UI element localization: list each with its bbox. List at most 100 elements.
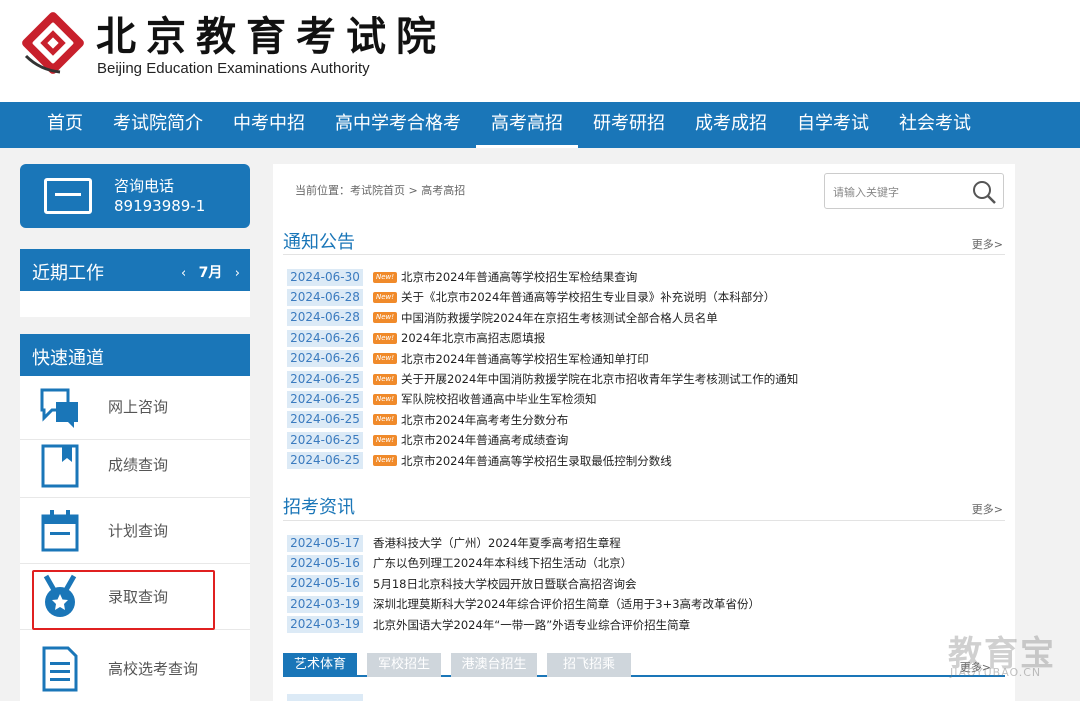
news-date: 2024-03-19 <box>287 595 363 613</box>
quick-item-elective-query[interactable]: 高校选考查询 <box>20 638 250 701</box>
search-box <box>824 173 1004 209</box>
site-header: 北京教育考试院 Beijing Education Examinations A… <box>0 0 1080 102</box>
nav-item-xuekao[interactable]: 高中学考合格考 <box>320 102 476 148</box>
list-item[interactable]: 2024-03-19 北京外国语大学2024年“一带一路”外语专业综合评价招生简章 <box>287 616 690 634</box>
news-date: 2024-06-26 <box>287 329 363 347</box>
list-item[interactable]: 2024-05-17 香港科技大学（广州）2024年夏季高考招生章程 <box>287 534 621 552</box>
tab-pilot-crew[interactable]: 招飞招乘 <box>547 653 631 677</box>
news-date: 2024-06-25 <box>287 411 363 429</box>
news-date: 2024-06-30 <box>287 268 363 286</box>
current-month: 7月 <box>198 265 223 281</box>
quick-item-plan-query[interactable]: 计划查询 <box>20 500 250 564</box>
nav-item-shehui[interactable]: 社会考试 <box>884 102 986 148</box>
main-content: 当前位置：考试院首页 > 高考高招 通知公告 更多> 2024-06-30 New… <box>273 164 1015 701</box>
news-date: 2024-06-25 <box>287 390 363 408</box>
news-date: 2024-05-16 <box>287 554 363 572</box>
bookmark-icon <box>41 444 79 488</box>
chat-icon <box>40 388 78 428</box>
phone-number: 89193989-1 <box>114 197 206 215</box>
site-name-cn[interactable]: 北京教育考试院 <box>96 4 446 62</box>
highlight-annotation <box>32 570 215 630</box>
news-title-link[interactable]: 军队院校招收普通高中毕业生军检须知 <box>401 391 597 407</box>
search-icon[interactable] <box>971 179 997 205</box>
news-title-link[interactable]: 北京市2024年普通高考成绩查询 <box>401 432 568 448</box>
news-title-link[interactable]: 广东以色列理工2024年本科线下招生活动（北京） <box>373 555 632 571</box>
news-date: 2024-05-17 <box>287 534 363 552</box>
new-badge: New! <box>373 434 397 446</box>
news-date: 2024-05-16 <box>287 575 363 593</box>
news-date: 2024-06-25 <box>287 431 363 449</box>
list-item[interactable]: 2024-06-28 New! 中国消防救援学院2024年在京招生考核测试全部合格人… <box>287 309 718 327</box>
news-title-link[interactable]: 5月18日北京科技大学校园开放日暨联合高招咨询会 <box>373 576 636 592</box>
quick-channel-title: 快速通道 <box>32 348 104 369</box>
next-month-button[interactable]: › <box>235 266 240 281</box>
news-title-link[interactable]: 北京市2024年普通高等学校招生军检通知单打印 <box>401 351 649 367</box>
new-badge: New! <box>373 271 397 283</box>
list-item[interactable]: 2024-06-26 New! 2024年北京市高招志愿填报 <box>287 329 545 347</box>
quick-item-label: 网上咨询 <box>108 398 169 416</box>
tab-art-sports[interactable]: 艺术体育 <box>283 653 357 677</box>
nav-item-zhongkao[interactable]: 中考中招 <box>218 102 320 148</box>
recent-work-body <box>20 291 250 317</box>
nav-item-home[interactable]: 首页 <box>32 102 98 148</box>
list-item[interactable]: 2024-06-25 New! 北京市2024年普通高考成绩查询 <box>287 431 568 449</box>
nav-item-chengkao[interactable]: 成考成招 <box>680 102 782 148</box>
divider <box>283 520 1005 521</box>
phone-label: 咨询电话 <box>114 177 175 195</box>
list-item[interactable]: 2024-06-26 New! 北京市2024年普通高等学校招生军检通知单打印 <box>287 350 649 368</box>
nav-item-zixue[interactable]: 自学考试 <box>782 102 884 148</box>
tab-military[interactable]: 军校招生 <box>367 653 441 677</box>
quick-channel-list: 网上咨询 成绩查询 计划查询 录取查询 高校选考查询 <box>20 376 250 701</box>
quick-item-score-query[interactable]: 成绩查询 <box>20 434 250 498</box>
nav-item-about[interactable]: 考试院简介 <box>98 102 218 148</box>
news-date: 2024-03-19 <box>287 616 363 634</box>
new-badge: New! <box>373 353 397 365</box>
info-title[interactable]: 招考资讯 <box>283 493 355 519</box>
quick-item-label: 计划查询 <box>108 522 169 540</box>
recent-work-header: 近期工作 ‹ 7月 › <box>20 249 250 291</box>
quick-item-label: 成绩查询 <box>108 456 169 474</box>
search-input[interactable] <box>833 183 963 201</box>
news-title-link[interactable]: 北京市2024年普通高等学校招生录取最低控制分数线 <box>401 453 672 469</box>
news-title-link[interactable]: 香港科技大学（广州）2024年夏季高考招生章程 <box>373 535 621 551</box>
list-item[interactable]: 2024-06-25 New! 北京市2024年普通高等学校招生录取最低控制分数线 <box>287 452 672 470</box>
news-date <box>287 694 363 701</box>
list-item[interactable]: 2024-03-19 深圳北理莫斯科大学2024年综合评价招生简章（适用于3+3高… <box>287 595 760 613</box>
list-item[interactable]: 2024-05-16 5月18日北京科技大学校园开放日暨联合高招咨询会 <box>287 575 636 593</box>
new-badge: New! <box>373 332 397 344</box>
news-title-link[interactable]: 北京市2024年高考考生分数分布 <box>401 412 568 428</box>
quick-item-online-consult[interactable]: 网上咨询 <box>20 376 250 440</box>
news-title-link[interactable]: 北京外国语大学2024年“一带一路”外语专业综合评价招生简章 <box>373 617 690 633</box>
news-date: 2024-06-26 <box>287 350 363 368</box>
nav-item-yankao[interactable]: 研考研招 <box>578 102 680 148</box>
quick-item-label: 高校选考查询 <box>108 660 199 678</box>
new-badge: New! <box>373 291 397 303</box>
news-title-link[interactable]: 深圳北理莫斯科大学2024年综合评价招生简章（适用于3+3高考改革省份） <box>373 596 760 612</box>
main-nav: 首页 考试院简介 中考中招 高中学考合格考 高考高招 研考研招 成考成招 自学考… <box>0 102 1080 148</box>
news-date: 2024-06-28 <box>287 288 363 306</box>
quick-channel-header: 快速通道 <box>20 334 250 376</box>
info-more-link[interactable]: 更多> <box>972 501 1003 517</box>
news-title-link[interactable]: 北京市2024年普通高等学校招生军检结果查询 <box>401 269 637 285</box>
news-title-link[interactable]: 关于《北京市2024年普通高等学校招生专业目录》补充说明（本科部分） <box>401 289 775 305</box>
news-title-link[interactable]: 2024年北京市高招志愿填报 <box>401 330 545 346</box>
notices-title[interactable]: 通知公告 <box>283 228 355 254</box>
logo-icon[interactable] <box>20 10 86 76</box>
list-item[interactable] <box>287 694 687 701</box>
list-item[interactable]: 2024-06-30 New! 北京市2024年普通高等学校招生军检结果查询 <box>287 268 637 286</box>
prev-month-button[interactable]: ‹ <box>181 266 186 281</box>
nav-item-gaokao[interactable]: 高考高招 <box>476 102 578 148</box>
new-badge: New! <box>373 312 397 324</box>
document-icon <box>42 646 78 692</box>
news-title-link[interactable]: 关于开展2024年中国消防救援学院在北京市招收青年学生考核测试工作的通知 <box>401 371 798 387</box>
list-item[interactable]: 2024-06-25 New! 关于开展2024年中国消防救援学院在北京市招收青年学… <box>287 370 798 388</box>
news-title-link[interactable]: 中国消防救援学院2024年在京招生考核测试全部合格人员名单 <box>401 310 718 326</box>
list-item[interactable]: 2024-06-25 New! 北京市2024年高考考生分数分布 <box>287 411 568 429</box>
list-item[interactable]: 2024-05-16 广东以色列理工2024年本科线下招生活动（北京） <box>287 554 632 572</box>
new-badge: New! <box>373 414 397 426</box>
tab-hk-macau-taiwan[interactable]: 港澳台招生 <box>451 653 537 677</box>
list-item[interactable]: 2024-06-28 New! 关于《北京市2024年普通高等学校招生专业目录》补充… <box>287 288 775 306</box>
notices-more-link[interactable]: 更多> <box>972 236 1003 252</box>
new-badge: New! <box>373 455 397 467</box>
list-item[interactable]: 2024-06-25 New! 军队院校招收普通高中毕业生军检须知 <box>287 390 597 408</box>
